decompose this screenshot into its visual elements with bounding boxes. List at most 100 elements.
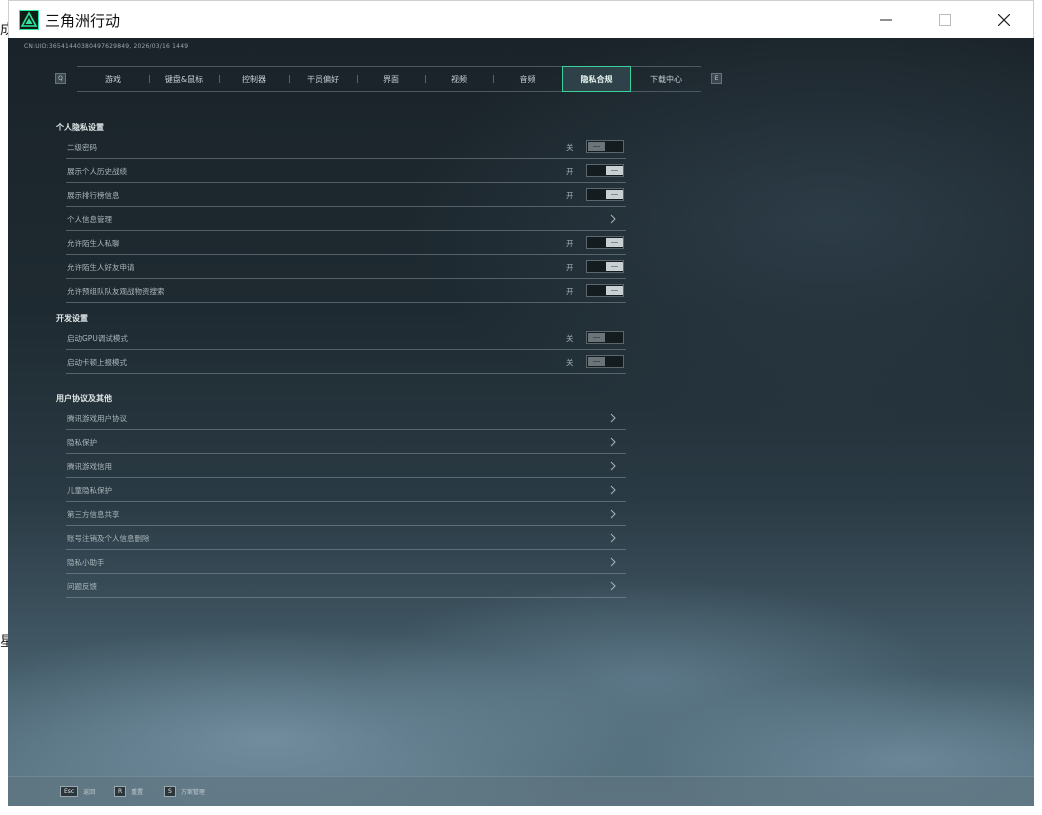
r-key-icon: R bbox=[114, 786, 127, 797]
chevron-right-icon bbox=[610, 485, 616, 495]
settings-row-label: 账号注销及个人信息删除 bbox=[67, 534, 150, 543]
settings-row[interactable]: 展示排行榜信息 开 bbox=[66, 183, 626, 207]
hint-reset-label: 重置 bbox=[131, 789, 144, 796]
toggle-switch[interactable] bbox=[586, 236, 624, 249]
window-titlebar[interactable]: 三角洲行动 bbox=[8, 0, 1034, 38]
tab-download-center[interactable]: 下载中心 bbox=[631, 67, 701, 91]
settings-row-label: 二级密码 bbox=[67, 143, 97, 152]
toggle-knob bbox=[606, 238, 623, 247]
settings-row-label: 腾讯游戏用户协议 bbox=[67, 414, 127, 423]
tab-video[interactable]: 视频 bbox=[425, 67, 493, 91]
toggle-switch[interactable] bbox=[586, 164, 624, 177]
toggle-knob bbox=[606, 262, 623, 271]
chevron-right-icon bbox=[610, 413, 616, 423]
hint-scheme-label: 方案管理 bbox=[180, 789, 205, 796]
hint-back[interactable]: Esc 返回 bbox=[60, 786, 95, 797]
game-viewport: CN:UID:365414403804976298​49, 2026/03/16… bbox=[8, 38, 1034, 806]
hint-reset[interactable]: R 重置 bbox=[114, 786, 143, 797]
tab-privacy-compliance[interactable]: 隐私合规 bbox=[562, 66, 631, 92]
settings-row[interactable]: 允许陌生人好友申请 开 bbox=[66, 255, 626, 279]
toggle-state-label: 开 bbox=[566, 239, 574, 248]
toggle-state-label: 开 bbox=[566, 287, 574, 296]
settings-row-label: 允许预组队队友观战物资搜索 bbox=[67, 287, 165, 296]
tab-audio[interactable]: 音频 bbox=[493, 67, 562, 91]
chevron-right-icon bbox=[610, 509, 616, 519]
s-key-icon: S bbox=[164, 786, 176, 797]
section-title: 个人隐私设置 bbox=[56, 123, 104, 132]
settings-row[interactable]: 儿童隐私保护 bbox=[66, 478, 626, 502]
toggle-knob bbox=[588, 357, 605, 366]
minimize-button[interactable] bbox=[859, 1, 913, 39]
toggle-knob bbox=[606, 190, 623, 199]
settings-row-label: 启动卡顿上报模式 bbox=[67, 358, 127, 367]
settings-row[interactable]: 启动卡顿上报模式 关 bbox=[66, 350, 626, 374]
settings-row-label: 启动GPU调试模式 bbox=[67, 334, 128, 343]
toggle-knob bbox=[606, 166, 623, 175]
settings-row-label: 允许陌生人私聊 bbox=[67, 239, 120, 248]
uid-label: CN:UID:365414403804976298​49, 2026/03/16… bbox=[24, 43, 189, 50]
settings-row-label: 第三方信息共享 bbox=[67, 510, 120, 519]
toggle-knob bbox=[606, 286, 623, 295]
toggle-knob bbox=[588, 142, 605, 151]
tab-next-key[interactable]: E bbox=[711, 73, 722, 84]
settings-row[interactable]: 腾讯游戏用户协议 bbox=[66, 406, 626, 430]
tab-prev-key[interactable]: Q bbox=[55, 73, 66, 84]
settings-row[interactable]: 账号注销及个人信息删除 bbox=[66, 526, 626, 550]
settings-row-label: 展示个人历史战绩 bbox=[67, 167, 127, 176]
app-logo-icon bbox=[19, 10, 39, 30]
tab-controller[interactable]: 控制器 bbox=[219, 67, 289, 91]
chevron-right-icon bbox=[610, 214, 616, 224]
maximize-button[interactable] bbox=[918, 1, 972, 39]
hint-scheme[interactable]: S 方案管理 bbox=[164, 786, 205, 797]
window-title: 三角洲行动 bbox=[45, 12, 121, 30]
toggle-state-label: 关 bbox=[566, 334, 574, 343]
tab-game[interactable]: 游戏 bbox=[77, 67, 149, 91]
settings-row[interactable]: 隐私保护 bbox=[66, 430, 626, 454]
toggle-switch[interactable] bbox=[586, 140, 624, 153]
toggle-switch[interactable] bbox=[586, 331, 624, 344]
settings-row[interactable]: 允许预组队队友观战物资搜索 开 bbox=[66, 279, 626, 303]
settings-row-label: 允许陌生人好友申请 bbox=[67, 263, 135, 272]
settings-row[interactable]: 展示个人历史战绩 开 bbox=[66, 159, 626, 183]
toggle-switch[interactable] bbox=[586, 284, 624, 297]
bottom-hint-bar: Esc 返回 R 重置 S 方案管理 bbox=[8, 776, 1034, 806]
settings-row[interactable]: 个人信息管理 bbox=[66, 207, 626, 231]
settings-row[interactable]: 隐私小助手 bbox=[66, 550, 626, 574]
minimize-icon bbox=[880, 19, 892, 21]
chevron-right-icon bbox=[610, 557, 616, 567]
toggle-state-label: 开 bbox=[566, 263, 574, 272]
toggle-state-label: 开 bbox=[566, 167, 574, 176]
toggle-switch[interactable] bbox=[586, 355, 624, 368]
esc-key-icon: Esc bbox=[60, 786, 79, 797]
settings-row-label: 儿童隐私保护 bbox=[67, 486, 112, 495]
settings-tabs: 游戏 键盘&鼠标 控制器 干员偏好 界面 视频 音频 隐私合规 下载中心 bbox=[77, 66, 701, 92]
settings-row[interactable]: 允许陌生人私聊 开 bbox=[66, 231, 626, 255]
maximize-icon bbox=[939, 14, 951, 26]
toggle-state-label: 关 bbox=[566, 358, 574, 367]
settings-row[interactable]: 启动GPU调试模式 关 bbox=[66, 326, 626, 350]
toggle-state-label: 开 bbox=[566, 191, 574, 200]
settings-row-label: 隐私小助手 bbox=[67, 558, 105, 567]
settings-row-label: 个人信息管理 bbox=[67, 215, 112, 224]
tab-operator-preference[interactable]: 干员偏好 bbox=[289, 67, 357, 91]
settings-row[interactable]: 腾讯游戏信用 bbox=[66, 454, 626, 478]
section-title: 用户协议及其他 bbox=[56, 394, 112, 403]
chevron-right-icon bbox=[610, 437, 616, 447]
toggle-switch[interactable] bbox=[586, 188, 624, 201]
close-icon bbox=[998, 14, 1010, 26]
settings-row-label: 腾讯游戏信用 bbox=[67, 462, 112, 471]
tab-interface[interactable]: 界面 bbox=[357, 67, 425, 91]
settings-row-label: 展示排行榜信息 bbox=[67, 191, 120, 200]
toggle-switch[interactable] bbox=[586, 260, 624, 273]
section-title: 开发设置 bbox=[56, 314, 88, 323]
close-button[interactable] bbox=[977, 1, 1031, 39]
settings-row[interactable]: 二级密码 关 bbox=[66, 135, 626, 159]
settings-row-label: 隐私保护 bbox=[67, 438, 97, 447]
tab-keyboard-mouse[interactable]: 键盘&鼠标 bbox=[149, 67, 219, 91]
settings-row[interactable]: 问题反馈 bbox=[66, 574, 626, 598]
settings-row[interactable]: 第三方信息共享 bbox=[66, 502, 626, 526]
window-right-edge bbox=[1034, 0, 1042, 815]
toggle-state-label: 关 bbox=[566, 143, 574, 152]
chevron-right-icon bbox=[610, 461, 616, 471]
settings-row-label: 问题反馈 bbox=[67, 582, 97, 591]
